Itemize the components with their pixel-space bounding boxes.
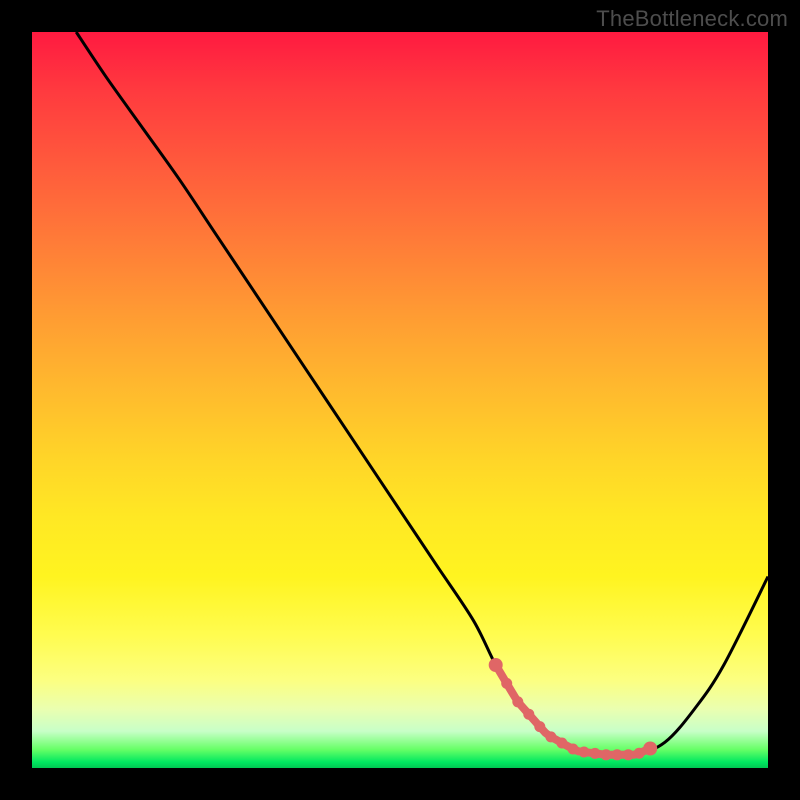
- bottleneck-curve: [76, 32, 768, 756]
- optimal-zone-dot: [523, 709, 534, 720]
- chart-frame: TheBottleneck.com: [0, 0, 800, 800]
- optimal-zone-dot: [579, 747, 590, 758]
- curve-path: [76, 32, 768, 756]
- watermark-text: TheBottleneck.com: [596, 6, 788, 32]
- optimal-zone-dot: [556, 738, 567, 749]
- optimal-zone-cap: [643, 742, 657, 756]
- optimal-zone-dot: [534, 721, 545, 732]
- optimal-zone-line: [496, 665, 651, 755]
- optimal-zone-dot: [545, 731, 556, 742]
- optimal-zone-dot: [634, 748, 645, 759]
- optimal-zone-dot: [623, 749, 634, 760]
- plot-area: [32, 32, 768, 768]
- optimal-zone-dot: [501, 678, 512, 689]
- optimal-zone-dot: [512, 696, 523, 707]
- optimal-zone-dot: [590, 748, 601, 759]
- optimal-zone-highlight: [489, 658, 658, 760]
- optimal-zone-dot: [612, 749, 623, 760]
- optimal-zone-dot: [568, 744, 579, 755]
- optimal-zone-dot: [601, 749, 612, 760]
- curve-layer: [32, 32, 768, 768]
- optimal-zone-cap: [489, 658, 503, 672]
